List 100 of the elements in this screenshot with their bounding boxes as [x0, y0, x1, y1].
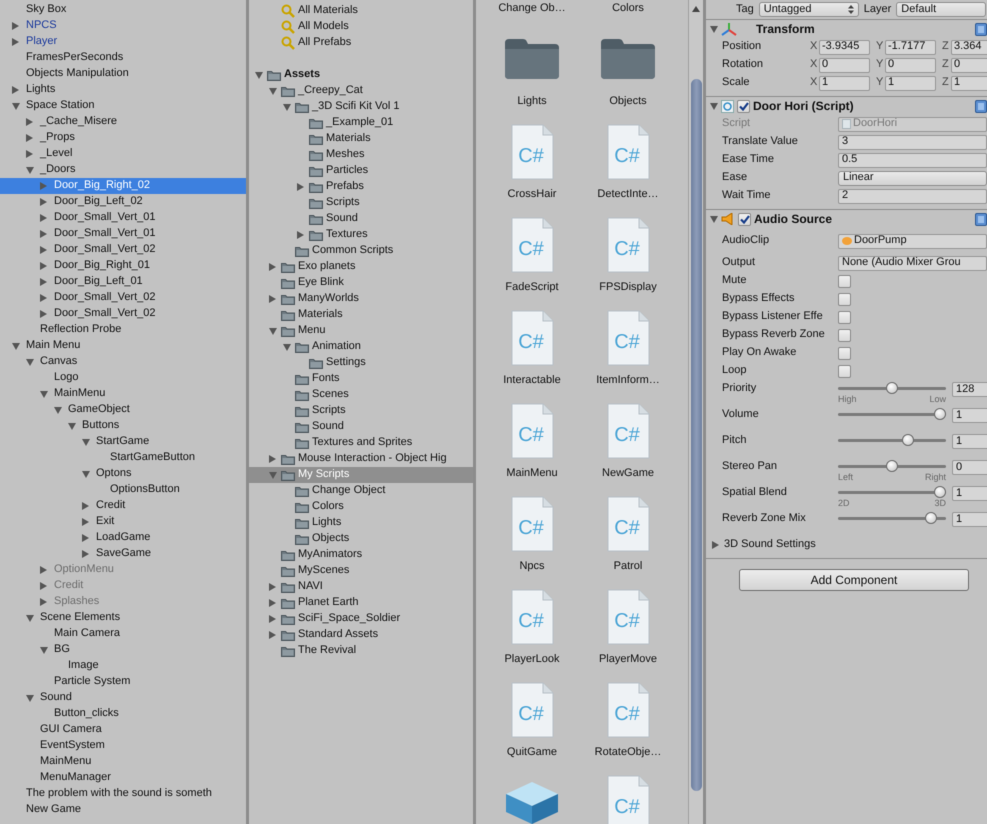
saved-search-item[interactable]: All Models — [249, 19, 473, 35]
slider-thumb[interactable] — [934, 408, 946, 420]
tree-item[interactable]: Main Camera — [0, 626, 246, 642]
number-field[interactable]: 0 — [819, 58, 870, 72]
number-field[interactable]: -3.9345 — [819, 40, 870, 54]
help-icon[interactable] — [975, 22, 987, 36]
slider-track[interactable] — [838, 460, 946, 472]
tree-item[interactable]: Door_Small_Vert_02 — [0, 306, 246, 322]
folder-item[interactable]: _Creepy_Cat — [249, 83, 473, 99]
asset-item[interactable]: C# RotateObje… — [580, 669, 676, 762]
tree-item[interactable]: GameObject — [0, 402, 246, 418]
tree-item[interactable]: Button_clicks — [0, 706, 246, 722]
checkbox[interactable] — [838, 346, 851, 360]
saved-search-item[interactable]: All Materials — [249, 3, 473, 19]
collapse-arrow-icon[interactable] — [283, 104, 291, 110]
tree-item[interactable]: Door_Small_Vert_01 — [0, 210, 246, 226]
slider-thumb[interactable] — [925, 512, 938, 524]
expand-arrow-icon[interactable] — [12, 38, 19, 46]
folder-item[interactable]: MyScenes — [249, 563, 473, 579]
collapse-arrow-icon[interactable] — [26, 694, 34, 702]
folder-item[interactable]: Menu — [249, 323, 473, 339]
slider-thumb[interactable] — [934, 486, 946, 498]
folder-item[interactable]: Materials — [249, 131, 473, 147]
tree-item[interactable]: Canvas — [0, 354, 246, 370]
expand-arrow-icon[interactable] — [40, 214, 47, 222]
tree-item[interactable]: Credit — [0, 498, 246, 514]
folder-item[interactable]: Change Object — [249, 483, 473, 499]
tree-item[interactable]: Optons — [0, 466, 246, 482]
tree-item[interactable]: MenuManager — [0, 770, 246, 786]
expand-arrow-icon[interactable] — [82, 550, 89, 558]
tree-item[interactable]: EventSystem — [0, 738, 246, 754]
folder-item[interactable]: Textures and Sprites — [249, 435, 473, 451]
expand-arrow-icon[interactable] — [40, 294, 47, 302]
add-component-button[interactable]: Add Component — [739, 569, 969, 591]
asset-item[interactable]: C# PlayerLook — [484, 576, 580, 669]
tree-item[interactable]: _Props — [0, 130, 246, 146]
folder-item[interactable]: Settings — [249, 355, 473, 371]
asset-item[interactable]: C# Interactable — [484, 297, 580, 390]
tag-dropdown[interactable]: Untagged — [758, 2, 859, 17]
folder-item[interactable]: SciFi_Space_Soldier — [249, 611, 473, 627]
tree-item[interactable]: Lights — [0, 82, 246, 98]
folder-item[interactable]: Sound — [249, 419, 473, 435]
expand-arrow-icon[interactable] — [40, 310, 47, 318]
collapse-arrow-icon[interactable] — [255, 72, 263, 78]
asset-item[interactable]: Colors — [580, 0, 676, 18]
expand-arrow-icon[interactable] — [40, 278, 47, 286]
number-field[interactable]: 1 — [952, 512, 987, 527]
folder-item[interactable]: Colors — [249, 499, 473, 515]
folder-item[interactable]: Mouse Interaction - Object Hig — [249, 451, 473, 467]
folder-item[interactable]: Standard Assets — [249, 627, 473, 643]
folder-item[interactable]: Eye Blink — [249, 275, 473, 291]
number-field[interactable]: 3.364 — [951, 40, 987, 54]
asset-item[interactable]: C# QuitGame — [484, 669, 580, 762]
tree-item[interactable]: Space Station — [0, 98, 246, 114]
folder-item[interactable]: Fonts — [249, 371, 473, 387]
collapse-arrow-icon[interactable] — [12, 342, 20, 350]
checkbox[interactable] — [838, 364, 851, 378]
expand-arrow-icon[interactable] — [26, 118, 33, 126]
collapse-arrow-icon[interactable] — [26, 166, 34, 174]
slider-thumb[interactable] — [886, 382, 898, 394]
tree-item[interactable]: Sky Box — [0, 2, 246, 18]
folder-item[interactable]: Prefabs — [249, 179, 473, 195]
number-field[interactable]: 0 — [951, 58, 987, 72]
expand-arrow-icon[interactable] — [712, 541, 719, 549]
expand-arrow-icon[interactable] — [269, 615, 276, 623]
foldout[interactable]: 3D Sound Settings — [706, 536, 987, 554]
expand-arrow-icon[interactable] — [269, 295, 276, 303]
expand-arrow-icon[interactable] — [12, 86, 19, 94]
text-field[interactable]: 0.5 — [838, 152, 987, 168]
tree-item[interactable]: _Level — [0, 146, 246, 162]
collapse-arrow-icon[interactable] — [710, 102, 718, 110]
collapse-arrow-icon[interactable] — [26, 614, 34, 622]
folder-item[interactable]: Assets — [249, 67, 473, 83]
expand-arrow-icon[interactable] — [297, 183, 304, 191]
expand-arrow-icon[interactable] — [40, 246, 47, 254]
slider-track[interactable] — [838, 382, 946, 394]
expand-arrow-icon[interactable] — [82, 502, 89, 510]
collapse-arrow-icon[interactable] — [269, 472, 277, 478]
checkbox[interactable] — [738, 212, 751, 226]
tree-item[interactable]: StartGameButton — [0, 450, 246, 466]
expand-arrow-icon[interactable] — [297, 231, 304, 239]
tree-item[interactable]: _Cache_Misere — [0, 114, 246, 130]
help-icon[interactable] — [975, 212, 987, 226]
tree-item[interactable]: Door_Big_Right_02 — [0, 178, 246, 194]
number-field[interactable]: 1 — [951, 76, 987, 90]
layer-dropdown[interactable]: Default — [896, 2, 986, 17]
checkbox[interactable] — [838, 274, 851, 288]
help-icon[interactable] — [975, 100, 987, 112]
folder-item[interactable]: Sound — [249, 211, 473, 227]
tree-item[interactable]: StartGame — [0, 434, 246, 450]
expand-arrow-icon[interactable] — [26, 150, 33, 158]
number-field[interactable]: -1.7177 — [885, 40, 936, 54]
folder-item[interactable]: Planet Earth — [249, 595, 473, 611]
collapse-arrow-icon[interactable] — [40, 390, 48, 398]
asset-item[interactable]: C# MainMenu — [484, 390, 580, 483]
tree-item[interactable]: MainMenu — [0, 754, 246, 770]
collapse-arrow-icon[interactable] — [710, 216, 718, 222]
asset-item[interactable]: C# ItemInform… — [580, 297, 676, 390]
number-field[interactable]: 1 — [952, 434, 987, 449]
tree-item[interactable]: NPCS — [0, 18, 246, 34]
